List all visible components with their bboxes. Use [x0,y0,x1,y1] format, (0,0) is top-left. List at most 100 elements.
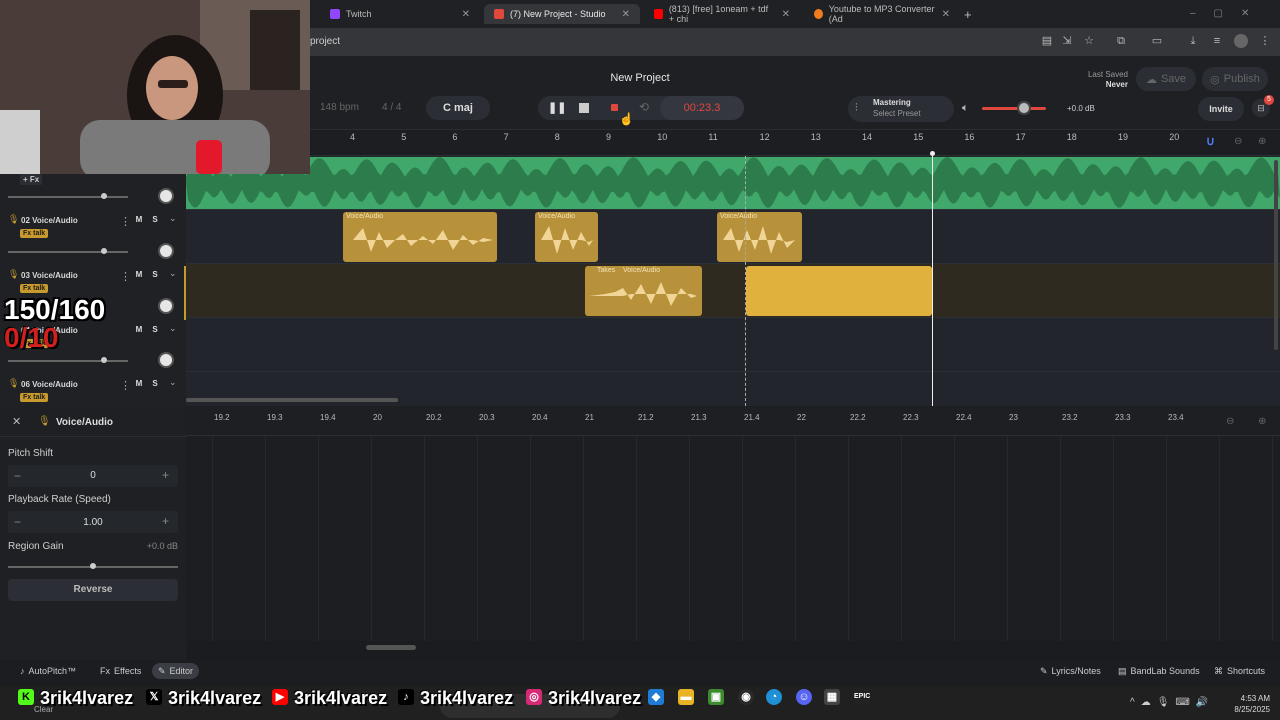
new-tab-button[interactable]: + [964,7,972,22]
volume-slider[interactable] [8,251,128,253]
snap-magnet-icon[interactable]: ∪ [1206,134,1215,148]
pan-knob[interactable] [158,188,174,204]
increment-button[interactable]: + [162,514,169,528]
pan-knob[interactable] [158,352,174,368]
shortcuts-button[interactable]: ⌘ Shortcuts [1208,663,1271,679]
split-icon[interactable]: ▭ [1150,34,1164,48]
volume-handle[interactable] [1017,101,1031,115]
lane-1[interactable] [186,156,1280,210]
stop-button[interactable] [579,103,589,113]
tab-new-project[interactable]: (7) New Project - Studio ✕ [484,4,640,24]
solo-button[interactable]: S [149,378,161,390]
close-icon[interactable]: ✕ [622,9,630,20]
vertical-scrollbar[interactable] [1274,160,1278,350]
fx-preset-tag[interactable]: Fx talk [20,284,49,293]
zoom-in-icon[interactable]: ⊕ [1258,416,1266,427]
close-icon[interactable]: ✕ [462,9,470,20]
audio-region[interactable]: Voice/Audio [717,212,802,262]
app-icon[interactable]: ▦ [824,689,840,705]
bandlab-sounds-button[interactable]: ▤ BandLab Sounds [1112,663,1206,679]
menu-icon[interactable]: ⋮ [1258,34,1272,48]
increment-button[interactable]: + [162,468,169,482]
close-icon[interactable]: ✕ [782,9,790,20]
mute-button[interactable]: M [133,378,145,390]
extensions-icon[interactable]: ⧉ [1114,34,1128,48]
audio-region[interactable]: Voice/Audio [343,212,497,262]
chevron-down-icon[interactable]: ⌄ [169,213,177,224]
tab-twitch[interactable]: Twitch ✕ [320,4,480,24]
reverse-button[interactable]: Reverse [8,579,178,601]
mute-button[interactable]: M [133,214,145,226]
time-signature[interactable]: 4 / 4 [382,102,401,113]
tab-mp3-converter[interactable]: Youtube to MP3 Converter (Ad ✕ [804,4,960,24]
playback-rate-value[interactable]: 1.00 [8,517,178,528]
audio-region[interactable]: Takes Voice/Audio [585,266,702,316]
pan-knob[interactable] [158,298,174,314]
pause-button[interactable]: ❚❚ [548,101,566,114]
copilot-icon[interactable]: ◆ [648,689,664,705]
install-icon[interactable]: ⇲ [1060,34,1074,48]
close-icon[interactable]: ✕ [942,9,950,20]
more-icon[interactable]: ⋮ [120,270,131,283]
download-icon[interactable]: ⤓ [1186,34,1200,48]
zoom-out-icon[interactable]: ⊖ [1234,136,1242,147]
zoom-in-icon[interactable]: ⊕ [1258,136,1266,147]
lyrics-notes-button[interactable]: ✎ Lyrics/Notes [1034,663,1107,679]
volume-handle[interactable] [101,248,107,254]
url-field[interactable]: project [310,36,340,47]
editor-button[interactable]: ✎ Editor [152,663,200,679]
more-icon[interactable]: ⋮ [120,379,131,392]
beat-waveform[interactable] [186,156,1280,210]
pan-knob[interactable] [158,243,174,259]
chevron-down-icon[interactable]: ⌄ [169,377,177,388]
region-gain-handle[interactable] [90,563,96,569]
minecraft-icon[interactable]: ▣ [708,689,724,705]
system-tray-icons[interactable]: ^☁🎙︎⌨🔊 [1130,697,1214,708]
solo-button[interactable]: S [149,214,161,226]
mute-button[interactable]: M [133,324,145,336]
volume-slider[interactable] [8,196,128,198]
publish-button[interactable]: ◎ Publish [1202,67,1268,91]
editor-scrollbar[interactable] [366,645,416,650]
track-name[interactable]: 03 Voice/Audio [21,271,78,280]
lane-2[interactable]: Voice/Audio Voice/Audio Voice/Audio [186,210,1280,264]
volume-slider[interactable] [8,360,128,362]
epic-games-icon[interactable]: EPIC [854,689,870,705]
record-button[interactable] [611,104,618,111]
effects-button[interactable]: Fx Effects [94,663,147,679]
playhead-head[interactable] [930,151,935,156]
playhead[interactable] [932,156,933,406]
more-icon[interactable]: ⋮ [120,215,131,228]
solo-button[interactable]: S [149,324,161,336]
solo-button[interactable]: S [149,269,161,281]
close-icon[interactable]: ✕ [12,415,21,428]
horizontal-scrollbar[interactable] [186,398,398,402]
volume-handle[interactable] [101,193,107,199]
key-selector[interactable]: C maj [426,96,490,120]
editor-grid[interactable] [186,436,1280,641]
master-volume-slider[interactable] [982,107,1046,110]
fx-preset-tag[interactable]: Fx talk [20,393,49,402]
pitch-shift-value[interactable]: 0 [8,470,178,481]
discord-icon[interactable]: ☺ [796,689,812,705]
bpm-display[interactable]: 148 bpm [320,102,359,113]
recording-region[interactable] [746,266,932,316]
lane-4[interactable] [186,318,1280,372]
track-lanes[interactable]: Voice/Audio Voice/Audio Voice/Audio Take… [186,156,1280,406]
track-name[interactable]: 02 Voice/Audio [21,216,78,225]
chrome-icon[interactable]: ◉ [738,689,754,705]
window-controls[interactable]: –▢✕ [1190,8,1267,19]
zoom-out-icon[interactable]: ⊖ [1226,416,1234,427]
mute-button[interactable]: M [133,269,145,281]
playlist-icon[interactable]: ≡ [1210,34,1224,48]
track-name[interactable]: 06 Voice/Audio [21,380,78,389]
edge-icon[interactable]: ◔ [766,689,782,705]
tab-youtube[interactable]: (813) [free] 1oneam + tdf + chi ✕ [644,4,800,24]
loop-button[interactable]: ⟲ [639,100,649,114]
profile-icon[interactable] [1234,34,1248,48]
speaker-icon[interactable]: 🔈︎ [962,102,969,115]
chevron-down-icon[interactable]: ⌄ [169,323,177,334]
reader-icon[interactable]: ▤ [1040,34,1054,48]
fx-preset-tag[interactable]: Fx talk [20,229,49,238]
star-icon[interactable]: ☆ [1082,34,1096,48]
